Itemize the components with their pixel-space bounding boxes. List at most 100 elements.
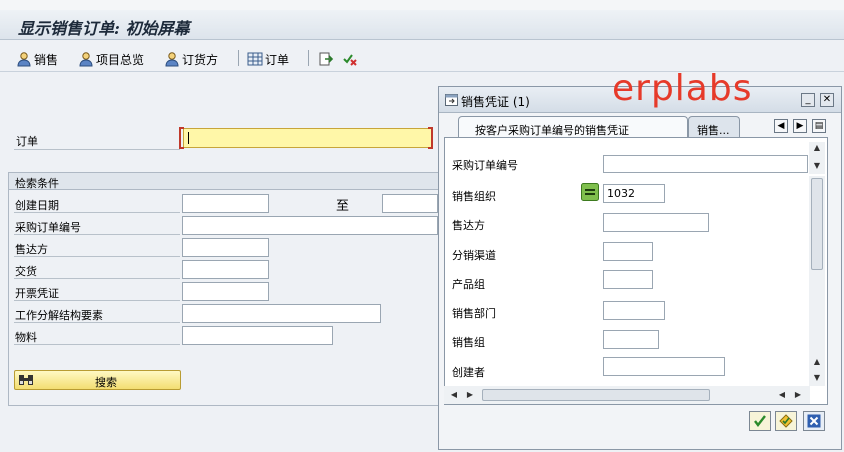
tab-scroll-right-button[interactable]: ▶ [793,119,807,133]
focus-bracket-right [428,127,433,149]
scroll-left-icon[interactable]: ◀ [774,389,790,401]
to-label: 至 [336,199,350,214]
check-delete-button[interactable] [342,50,358,68]
focus-bracket-left [179,127,184,149]
field-underline [14,212,180,213]
billing-document-input[interactable] [182,282,269,301]
popup-division-label: 产品组 [452,278,485,291]
panel-horizontal-scrollbar[interactable]: ◀ ▶ ◀ ▶ [444,386,810,404]
created-date-from-input[interactable] [182,194,269,213]
scroll-left-icon[interactable]: ◀ [446,389,462,401]
order-input[interactable] [183,128,433,148]
toolbar-separator [238,50,239,66]
scroll-right-icon[interactable]: ▶ [462,389,478,401]
confirm-button[interactable] [749,411,771,431]
item-overview-label: 项目总览 [96,52,145,67]
triangle-right-icon: ▶ [796,121,804,131]
popup-sold-to-input[interactable] [603,213,709,232]
field-underline [14,300,180,301]
popup-created-by-label: 创建者 [452,366,485,379]
scroll-up-icon[interactable]: ▲ [809,142,825,154]
po-number-input[interactable] [182,216,438,235]
popup-title: 销售凭证 (1) [461,95,530,109]
tab-sales-more-label: 销售... [697,124,730,137]
material-input[interactable] [182,326,333,345]
search-button[interactable]: 搜索 [14,370,181,390]
popup-created-by-input[interactable] [603,357,725,376]
order-list-label: 订单 [265,52,290,67]
scroll-right-icon[interactable]: ▶ [790,389,806,401]
popup-sales-org-label: 销售组织 [452,190,496,203]
document-arrow-icon [319,52,334,66]
checkmark-icon [754,415,766,427]
tab-list-button[interactable]: ▤ [812,119,826,133]
close-button[interactable]: ✕ [820,93,834,107]
popup-distribution-channel-input[interactable] [603,242,653,261]
popup-sales-office-input[interactable] [603,301,665,320]
popup-po-number-input[interactable] [603,155,808,173]
person-icon [165,52,179,67]
display-document-button[interactable] [318,50,334,68]
sales-button[interactable]: 销售 [16,50,58,68]
binoculars-icon [19,375,33,385]
field-scrollbar[interactable]: ▲ ▼ [809,142,825,174]
po-number-label: 采购订单编号 [15,221,81,234]
multiple-selection-icon [779,414,793,428]
popup-distribution-channel-label: 分销渠道 [452,249,496,262]
field-underline [14,234,180,235]
check-cross-icon [343,54,357,66]
order-list-button[interactable]: 订单 [247,50,289,68]
close-icon [807,414,821,428]
title-bar: 显示销售订单: 初始屏幕 [0,10,844,40]
created-date-label: 创建日期 [15,199,59,212]
panel-vertical-scrollbar[interactable]: ▲ ▼ [809,176,825,386]
text-cursor [188,132,189,144]
billing-document-label: 开票凭证 [15,287,59,300]
multiple-selection-button[interactable] [775,411,797,431]
created-date-to-input[interactable] [382,194,438,213]
scroll-up-icon[interactable]: ▲ [809,356,825,368]
table-grid-icon [247,52,263,66]
equals-selection-icon[interactable] [581,183,599,201]
delivery-label: 交货 [15,265,37,278]
triangle-left-icon: ◀ [777,121,785,131]
tab-po-number[interactable]: 按客户采购订单编号的销售凭证 [458,116,688,138]
popup-sales-group-label: 销售组 [452,336,485,349]
scrollbar-thumb[interactable] [482,389,710,401]
delivery-input[interactable] [182,260,269,279]
popup-sales-org-value: 1032 [607,187,635,200]
popup-sales-org-input[interactable]: 1032 [603,184,665,203]
order-label-underline [14,149,180,150]
scroll-down-icon[interactable]: ▼ [809,160,825,172]
field-underline [14,278,180,279]
window-title: 显示销售订单: 初始屏幕 [18,19,190,38]
scroll-down-icon[interactable]: ▼ [809,372,825,384]
wbs-element-input[interactable] [182,304,381,323]
popup-sales-group-input[interactable] [603,330,659,349]
scrollbar-thumb[interactable] [811,178,823,270]
tab-po-number-label: 按客户采购订单编号的销售凭证 [475,124,629,137]
minimize-icon: _ [805,94,811,105]
sold-to-button[interactable]: 订货方 [164,50,218,68]
cancel-button[interactable] [803,411,825,431]
popup-sold-to-label: 售达方 [452,219,485,232]
item-overview-button[interactable]: 项目总览 [78,50,144,68]
watermark-text: erplabs [612,68,753,109]
top-strip [0,0,844,10]
sold-to-party-input[interactable] [182,238,269,257]
popup-po-number-label: 采购订单编号 [452,159,518,172]
material-label: 物料 [15,331,37,344]
person-icon [17,52,31,67]
field-underline [14,322,180,323]
sales-button-label: 销售 [34,52,59,67]
popup-sales-office-label: 销售部门 [452,307,496,320]
person-icon [79,52,93,67]
tab-sales-more[interactable]: 销售... [688,116,740,138]
tab-scroll-left-button[interactable]: ◀ [774,119,788,133]
window-icon [445,94,458,106]
tab-list-icon: ▤ [814,121,824,131]
popup-division-input[interactable] [603,270,653,289]
minimize-button[interactable]: _ [801,93,815,107]
sold-to-party-label: 售达方 [15,243,48,256]
field-underline [14,256,180,257]
